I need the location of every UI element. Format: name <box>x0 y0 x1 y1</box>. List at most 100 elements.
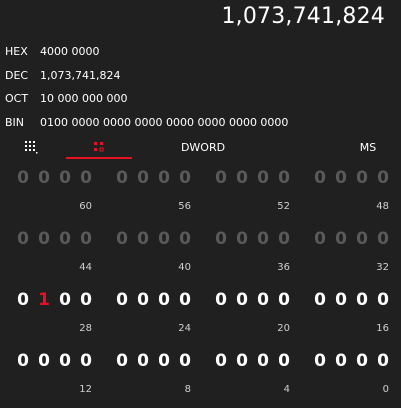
bit-nibble: 0 0 0 0 52 <box>214 168 294 212</box>
bit-toggle[interactable]: 0 <box>214 351 228 371</box>
bit-toggle: 0 <box>314 229 326 249</box>
bit-position-label: 48 <box>376 201 389 212</box>
bit-toggle[interactable]: 0 <box>376 351 390 371</box>
bit-position-label: 36 <box>277 262 290 273</box>
bit-toggle[interactable]: 0 <box>355 351 369 371</box>
bit-toggle: 0 <box>80 168 92 188</box>
bit-toggle[interactable]: 0 <box>16 290 30 310</box>
bit-nibble: 0 0 0 0 60 <box>16 168 96 212</box>
bit-row: 0 0 0 0 12 0 0 0 0 8 0 0 0 0 4 0 0 0 0 0 <box>0 347 401 408</box>
bit-toggling-keypad-icon <box>94 142 104 152</box>
bit-toggle[interactable]: 0 <box>334 290 348 310</box>
bit-toggle[interactable]: 0 <box>16 351 30 371</box>
memory-store-button[interactable]: MS <box>350 136 386 158</box>
bit-toggle: 0 <box>179 168 191 188</box>
word-size-button[interactable]: DWORD <box>168 136 238 158</box>
radix-value-oct: 10 000 000 000 <box>40 92 128 106</box>
radix-label-dec: DEC <box>5 68 29 82</box>
bit-position-label: 40 <box>178 262 191 273</box>
bit-toggle[interactable]: 0 <box>256 351 270 371</box>
bit-toggle[interactable]: 0 <box>355 290 369 310</box>
full-keypad-button[interactable] <box>18 136 44 158</box>
radix-label-oct: OCT <box>5 92 29 106</box>
bit-nibble: 0 0 0 0 44 <box>16 229 96 273</box>
full-keypad-icon <box>25 141 38 154</box>
bit-toggle[interactable]: 0 <box>376 290 390 310</box>
bit-toggle: 0 <box>137 229 149 249</box>
bit-toggle: 0 <box>377 168 389 188</box>
radix-label-hex: HEX <box>5 45 28 59</box>
bit-toggle[interactable]: 0 <box>58 290 72 310</box>
bit-toggle[interactable]: 0 <box>136 290 150 310</box>
bit-toggle[interactable]: 0 <box>37 351 51 371</box>
bit-nibble: 0 0 0 0 32 <box>313 229 393 273</box>
radix-row-oct[interactable]: OCT 10 000 000 000 <box>0 87 401 111</box>
bit-toggle: 0 <box>17 229 29 249</box>
bit-toggle: 0 <box>257 168 269 188</box>
bit-toggle[interactable]: 0 <box>58 351 72 371</box>
bit-toggle: 0 <box>236 168 248 188</box>
bit-toggle: 0 <box>356 229 368 249</box>
bit-toggle[interactable]: 0 <box>136 351 150 371</box>
bit-toggle: 0 <box>59 229 71 249</box>
bit-position-label: 60 <box>79 201 92 212</box>
bit-toggle[interactable]: 0 <box>178 290 192 310</box>
radix-label-bin: BIN <box>5 115 25 129</box>
bit-toggle[interactable]: 0 <box>235 290 249 310</box>
bit-toggle[interactable]: 0 <box>313 351 327 371</box>
radix-row-bin[interactable]: BIN 0100 0000 0000 0000 0000 0000 0000 0… <box>0 111 401 135</box>
bit-toggle: 0 <box>59 168 71 188</box>
radix-row-dec[interactable]: DEC 1,073,741,824 <box>0 64 401 88</box>
bit-toggle: 0 <box>158 229 170 249</box>
bit-toggle[interactable]: 0 <box>235 351 249 371</box>
bit-row: 0 0 0 0 60 0 0 0 0 56 0 0 0 0 52 0 0 0 0 48 <box>0 164 401 225</box>
bit-toggle: 0 <box>257 229 269 249</box>
bit-position-label: 44 <box>79 262 92 273</box>
keypad-toolbar: DWORD MS <box>0 136 401 162</box>
bit-toggle: 0 <box>80 229 92 249</box>
bit-row: 0 0 0 0 44 0 0 0 0 40 0 0 0 0 36 0 0 0 0 32 <box>0 225 401 286</box>
bit-nibble: 0 0 0 0 16 <box>313 290 393 334</box>
bit-toggle[interactable]: 0 <box>277 290 291 310</box>
bit-toggle[interactable]: 0 <box>79 351 93 371</box>
bit-toggle[interactable]: 0 <box>214 290 228 310</box>
bit-toggle: 0 <box>116 229 128 249</box>
result-display: 1,073,741,824 <box>221 4 385 29</box>
bit-toggle: 0 <box>215 229 227 249</box>
bit-nibble: 0 0 0 0 12 <box>16 351 96 395</box>
bit-toggle[interactable]: 0 <box>157 290 171 310</box>
bit-position-label: 24 <box>178 323 191 334</box>
bit-toggle[interactable]: 0 <box>79 290 93 310</box>
bit-position-label: 4 <box>283 384 290 395</box>
bit-toggle: 0 <box>377 229 389 249</box>
radix-row-hex[interactable]: HEX 4000 0000 <box>0 40 401 64</box>
bit-nibble: 00004 <box>214 351 294 395</box>
bit-toggle: 0 <box>314 168 326 188</box>
radix-value-hex: 4000 0000 <box>40 45 100 59</box>
bit-toggle[interactable]: 0 <box>334 351 348 371</box>
bit-toggle[interactable]: 0 <box>178 351 192 371</box>
bit-position-label: 0 <box>382 384 389 395</box>
active-tab-indicator <box>66 157 132 159</box>
bit-toggle[interactable]: 0 <box>115 351 129 371</box>
bit-position-label: 16 <box>376 323 389 334</box>
bit-toggle[interactable]: 0 <box>256 290 270 310</box>
bit-nibble: 0 0 0 0 56 <box>115 168 195 212</box>
bit-toggling-keypad-button[interactable] <box>66 136 132 158</box>
bit-toggle: 0 <box>158 168 170 188</box>
bit-position-label: 20 <box>277 323 290 334</box>
bit-position-label: 8 <box>184 384 191 395</box>
bit-toggle[interactable]: 0 <box>313 290 327 310</box>
bit-toggle[interactable]: 1 <box>37 290 51 310</box>
bit-toggle[interactable]: 0 <box>157 351 171 371</box>
bit-toggle: 0 <box>236 229 248 249</box>
bit-toggle[interactable]: 0 <box>277 351 291 371</box>
bit-grid: 0 0 0 0 60 0 0 0 0 56 0 0 0 0 52 0 0 0 0 48 0 0 0 0 44 0 0 0 0 40 0 0 0 0… <box>0 164 401 408</box>
bit-toggle: 0 <box>215 168 227 188</box>
bit-toggle: 0 <box>17 168 29 188</box>
bit-nibble: 0 0 0 0 40 <box>115 229 195 273</box>
bit-toggle: 0 <box>38 168 50 188</box>
bit-toggle[interactable]: 0 <box>115 290 129 310</box>
radix-list: HEX 4000 0000 DEC 1,073,741,824 OCT 10 0… <box>0 40 401 134</box>
bit-position-label: 56 <box>178 201 191 212</box>
